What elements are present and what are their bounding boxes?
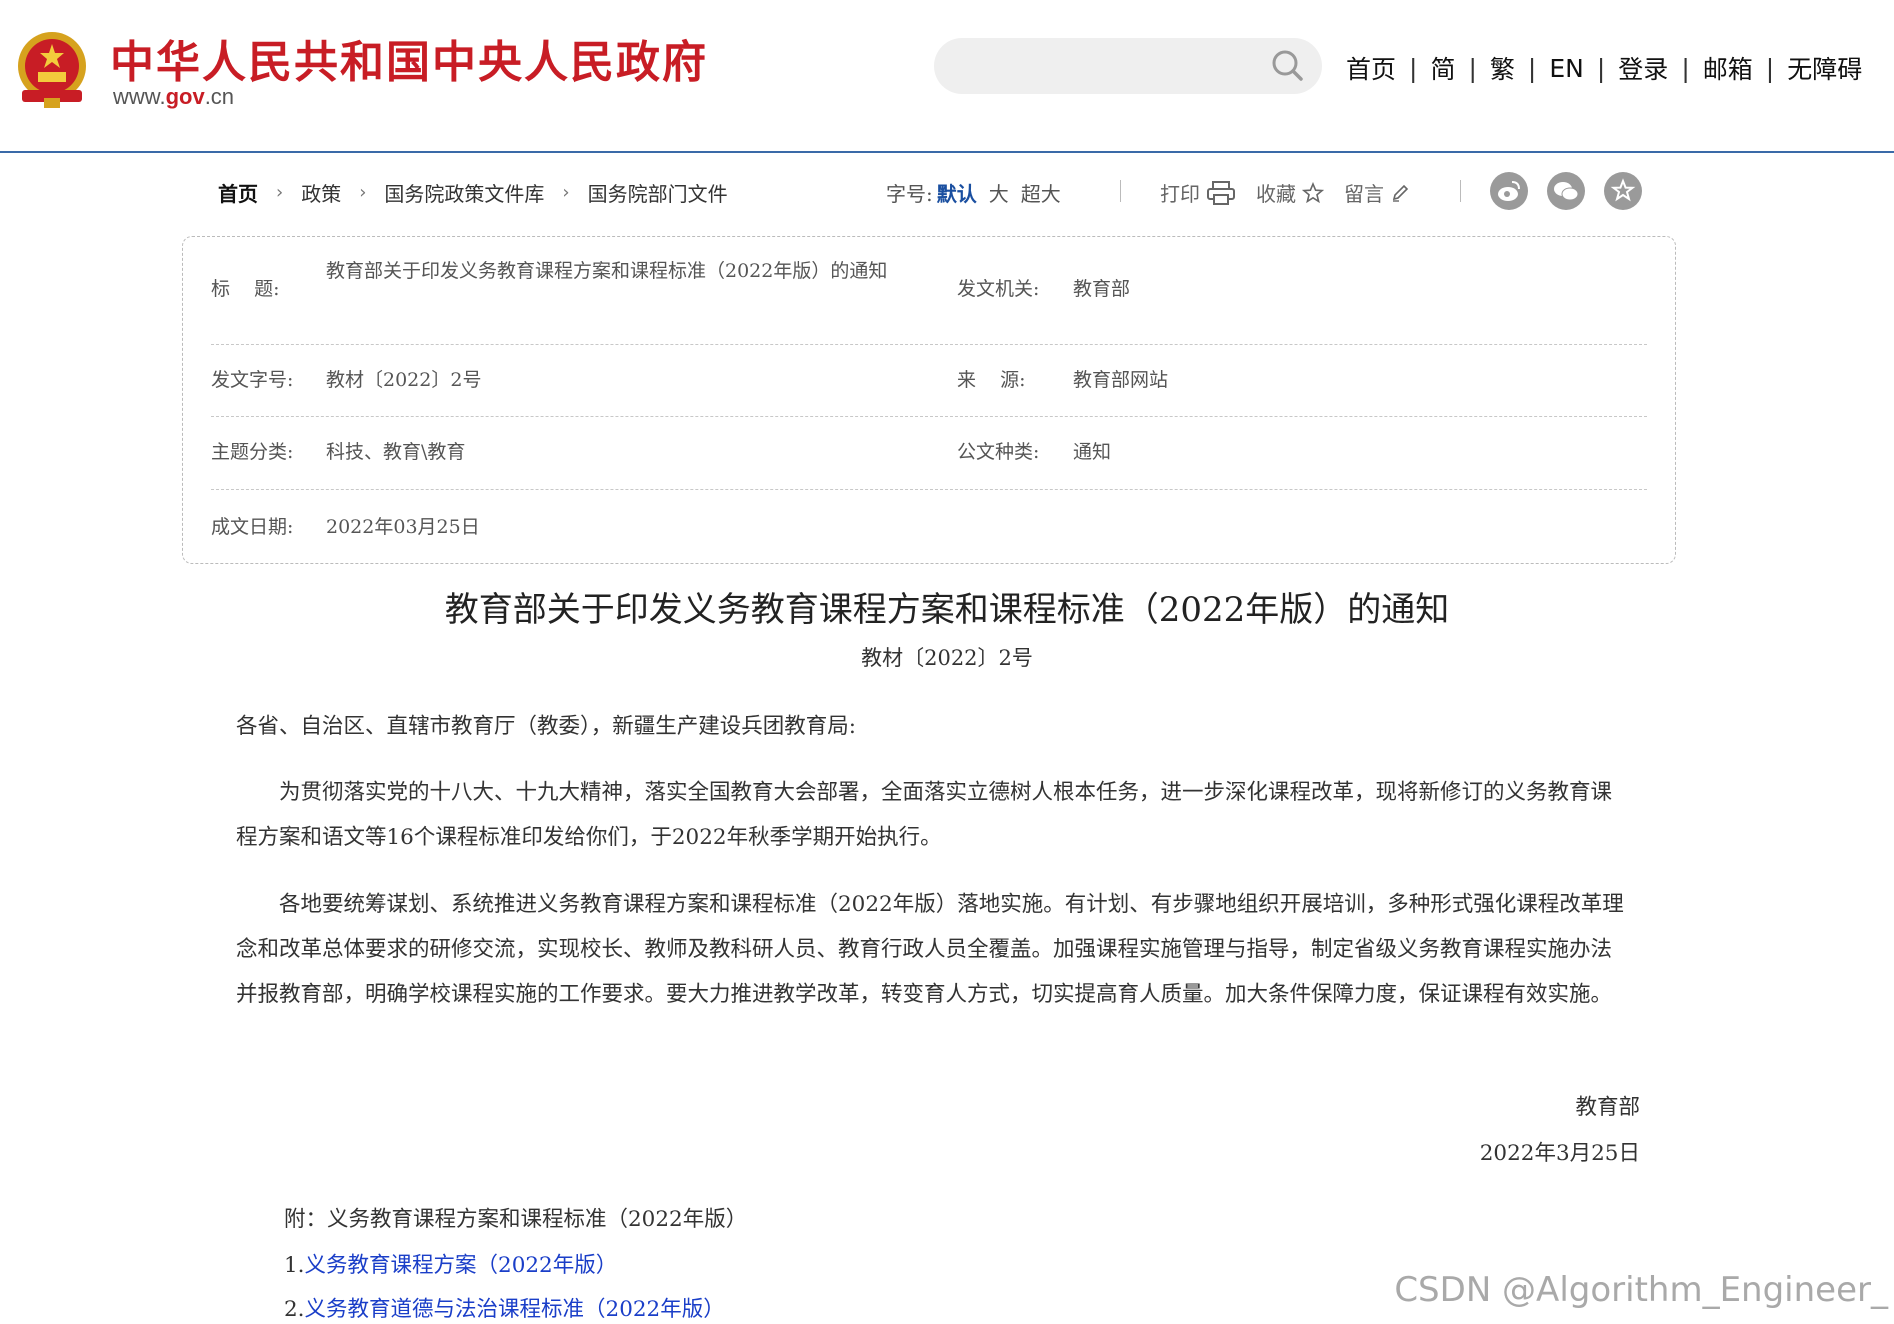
nav-traditional[interactable]: 繁 — [1490, 50, 1515, 86]
weibo-share[interactable] — [1490, 172, 1528, 210]
chevron-right-icon: › — [562, 182, 570, 203]
issuer-label: 发文机关: — [957, 278, 1040, 300]
nav-login[interactable]: 登录 — [1618, 50, 1668, 86]
nav-mail[interactable]: 邮箱 — [1703, 50, 1753, 86]
nav-separator: | — [1409, 53, 1418, 83]
breadcrumb-policy[interactable]: 政策 — [301, 178, 341, 207]
title-label: 标 题: — [211, 278, 280, 300]
chevron-right-icon: › — [276, 182, 284, 203]
site-url-suffix: .cn — [204, 84, 235, 109]
watermark: CSDN @Algorithm_Engineer_ — [1394, 1270, 1888, 1310]
print-button[interactable]: 打印 — [1160, 178, 1236, 207]
font-size-extra-large[interactable]: 超大 — [1021, 178, 1061, 207]
title-value: 教育部关于印发义务教育课程方案和课程标准（2022年版）的通知 — [326, 260, 888, 282]
search-input[interactable] — [960, 50, 1264, 84]
comment-label: 留言 — [1344, 182, 1384, 206]
breadcrumb-department-docs[interactable]: 国务院部门文件 — [588, 178, 728, 207]
toolbar-divider — [1460, 180, 1461, 202]
info-row: 标 题: 教育部关于印发义务教育课程方案和课程标准（2022年版）的通知 发文机… — [211, 237, 1647, 345]
site-header: 中华人民共和国中央人民政府 www.gov.cn 首页 | 简 | 繁 | EN | 登… — [0, 0, 1894, 153]
search-box — [934, 38, 1322, 94]
search-icon[interactable] — [1268, 46, 1308, 86]
toolbar-divider — [1120, 180, 1121, 202]
breadcrumb-policy-library[interactable]: 国务院政策文件库 — [384, 178, 544, 207]
site-url-prefix: www. — [113, 84, 166, 109]
comment-button[interactable]: 留言 — [1344, 178, 1410, 207]
site-url-domain: gov — [165, 84, 205, 109]
font-size-switcher: 字号: 默认 大 超大 — [886, 178, 1061, 207]
sign-date: 2022年3月25日 — [1479, 1141, 1640, 1166]
wechat-icon — [1554, 182, 1579, 201]
date-value: 2022年03月25日 — [326, 516, 480, 538]
breadcrumb: 首页 › 政策 › 国务院政策文件库 › 国务院部门文件 — [218, 178, 728, 207]
doc-type-value: 通知 — [1073, 441, 1112, 463]
document-number: 教材〔2022〕2号 — [861, 646, 1033, 670]
nav-separator: | — [1468, 53, 1477, 83]
nav-separator: | — [1765, 53, 1775, 83]
issuer-value: 教育部 — [1073, 278, 1131, 300]
attachment-link[interactable]: 1.义务教育课程方案（2022年版） — [284, 1248, 617, 1279]
nav-english[interactable]: EN — [1549, 54, 1584, 83]
favorite-label: 收藏 — [1256, 182, 1296, 206]
site-title[interactable]: 中华人民共和国中央人民政府 — [110, 26, 708, 90]
body-paragraph: 为贯彻落实党的十八大、十九大精神，落实全国教育大会部署，全面落实立德树人根本任务… — [236, 780, 1613, 850]
info-row: 发文字号: 教材〔2022〕2号 来 源: 教育部网站 — [211, 344, 1647, 417]
nav-separator: | — [1681, 53, 1690, 83]
doc-type-label: 公文种类: — [957, 441, 1040, 463]
nav-separator: | — [1596, 53, 1606, 83]
topic-label: 主题分类: — [211, 441, 294, 463]
bookmark-share[interactable] — [1604, 172, 1642, 210]
doc-number-label: 发文字号: — [211, 369, 294, 391]
attachment-heading: 附：义务教育课程方案和课程标准（2022年版） — [284, 1207, 748, 1232]
bookmark-star-icon — [1610, 178, 1636, 202]
nav-simplified[interactable]: 简 — [1430, 50, 1455, 86]
article-tools: 打印 收藏 留言 — [1160, 178, 1430, 207]
attachment-link-text[interactable]: 义务教育道德与法治课程标准（2022年版） — [305, 1297, 725, 1322]
wechat-share[interactable] — [1547, 172, 1585, 210]
pencil-icon — [1392, 184, 1409, 202]
topic-value: 科技、教育\教育 — [326, 441, 466, 463]
attachment-number: 2. — [284, 1297, 305, 1322]
print-label: 打印 — [1160, 182, 1200, 206]
salutation: 各省、自治区、直辖市教育厅（教委），新疆生产建设兵团教育局: — [236, 714, 856, 739]
document-title: 教育部关于印发义务教育课程方案和课程标准（2022年版）的通知 — [444, 590, 1450, 630]
date-label: 成文日期: — [211, 516, 294, 538]
printer-icon — [1207, 180, 1235, 205]
body-paragraph: 各地要统筹谋划、系统推进义务教育课程方案和课程标准（2022年版）落地实施。有计… — [236, 892, 1624, 1007]
breadcrumb-home[interactable]: 首页 — [218, 178, 258, 207]
info-row: 成文日期: 2022年03月25日 — [211, 489, 1647, 561]
doc-number-value: 教材〔2022〕2号 — [326, 369, 482, 391]
nav-accessibility[interactable]: 无障碍 — [1787, 50, 1862, 86]
attachment-link[interactable]: 2.义务教育道德与法治课程标准（2022年版） — [284, 1292, 725, 1323]
chevron-right-icon: › — [359, 182, 367, 203]
source-value: 教育部网站 — [1073, 369, 1169, 391]
document-info-table: 标 题: 教育部关于印发义务教育课程方案和课程标准（2022年版）的通知 发文机… — [182, 236, 1676, 564]
site-url: www.gov.cn — [113, 84, 234, 110]
national-emblem-icon[interactable] — [14, 28, 90, 110]
nav-separator: | — [1527, 53, 1537, 83]
signer: 教育部 — [1575, 1095, 1640, 1120]
font-size-large[interactable]: 大 — [989, 178, 1009, 207]
favorite-button[interactable]: 收藏 — [1256, 178, 1324, 207]
font-size-default[interactable]: 默认 — [937, 178, 977, 207]
attachment-number: 1. — [284, 1253, 305, 1278]
font-size-label: 字号: — [886, 182, 933, 206]
attachment-link-text[interactable]: 义务教育课程方案（2022年版） — [305, 1253, 618, 1278]
weibo-icon — [1498, 181, 1520, 201]
star-icon — [1302, 181, 1324, 203]
nav-home[interactable]: 首页 — [1346, 50, 1396, 86]
info-row: 主题分类: 科技、教育\教育 公文种类: 通知 — [211, 416, 1647, 490]
source-label: 来 源: — [957, 369, 1026, 391]
top-nav: 首页 | 简 | 繁 | EN | 登录 | 邮箱 | 无障碍 — [1346, 50, 1862, 86]
